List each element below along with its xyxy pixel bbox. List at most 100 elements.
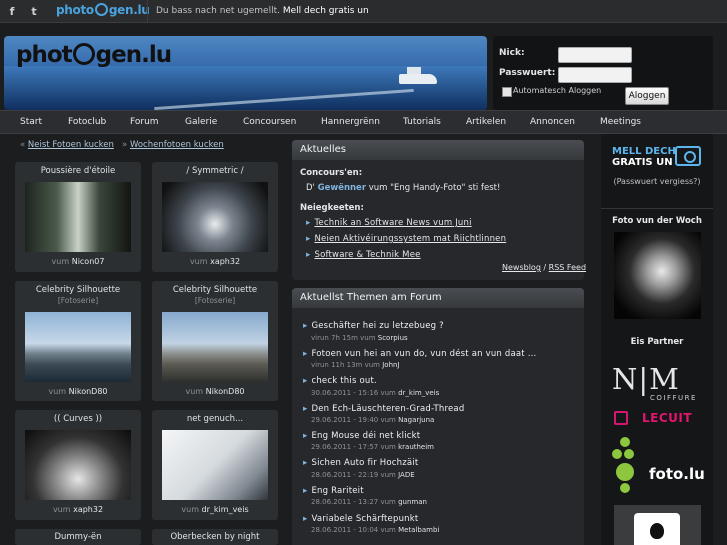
concours-title[interactable]: "Eng Handy-Foto" bbox=[390, 183, 465, 193]
nav-annoncen[interactable]: Annoncen bbox=[530, 111, 575, 133]
photo-thumbnail[interactable] bbox=[162, 430, 268, 500]
signup-line-1[interactable]: MELL DECH bbox=[612, 146, 676, 157]
forum-topic[interactable]: ▸ check this out. bbox=[303, 376, 377, 386]
news-item[interactable]: ▸ Software & Technik Mee bbox=[306, 250, 421, 260]
nav-start[interactable]: Start bbox=[20, 111, 42, 133]
news-item-text[interactable]: Software & Technik Mee bbox=[314, 250, 420, 260]
signup-line-2[interactable]: GRATIS UN bbox=[612, 157, 676, 168]
photo-card[interactable]: Dummy-ën bbox=[15, 529, 141, 545]
photo-author[interactable]: NikonD80 bbox=[206, 387, 245, 396]
photo-thumbnail[interactable] bbox=[25, 430, 131, 500]
photo-thumbnail[interactable] bbox=[25, 312, 131, 382]
nav-tutorials[interactable]: Tutorials bbox=[403, 111, 441, 133]
forum-topic[interactable]: ▸ Eng Mouse déi net klickt bbox=[303, 431, 420, 441]
forum-topic-title[interactable]: Geschäfter hei zu letzebueg ? bbox=[311, 321, 443, 331]
forum-topic-title[interactable]: Eng Mouse déi net klickt bbox=[311, 431, 420, 441]
signup-banner[interactable]: MELL DECH GRATIS UN bbox=[612, 146, 676, 168]
arrow-right-icon: ▸ bbox=[303, 321, 308, 331]
forum-topic-title[interactable]: Eng Rariteit bbox=[311, 486, 363, 496]
foto-lu-partner-logo[interactable]: foto.lu bbox=[649, 465, 705, 483]
forum-topic-user[interactable]: krautheim bbox=[398, 443, 434, 451]
rss-feed-link[interactable]: RSS Feed bbox=[549, 263, 586, 272]
photo-title: Oberbecken by night bbox=[170, 532, 260, 542]
forum-topic[interactable]: ▸ Eng Rariteit bbox=[303, 486, 364, 496]
forum-topic[interactable]: ▸ Sichen Auto fir Hochzäit bbox=[303, 458, 418, 468]
top-logo[interactable]: photo gen.lu bbox=[56, 3, 150, 17]
forum-topic-title[interactable]: Sichen Auto fir Hochzäit bbox=[311, 458, 418, 468]
twitter-icon[interactable]: t bbox=[26, 3, 42, 19]
nav-hannergrenn[interactable]: Hannergrënn bbox=[321, 111, 380, 133]
photo-card[interactable]: Celebrity Silhouette [Fotoserie] vum Nik… bbox=[152, 281, 278, 401]
photo-card[interactable]: / Symmetric / vum xaph32 bbox=[152, 162, 278, 272]
login-button[interactable]: Aloggen bbox=[625, 87, 669, 105]
auto-login-checkbox[interactable] bbox=[502, 87, 512, 97]
news-label: Neiegkeeten: bbox=[300, 203, 364, 213]
nick-input[interactable] bbox=[558, 47, 632, 63]
forum-topic-title[interactable]: check this out. bbox=[311, 376, 376, 386]
partner-heading: Eis Partner bbox=[630, 337, 684, 347]
forum-topic-title[interactable]: Variabele Schärftepunkt bbox=[311, 514, 418, 524]
nav-artikelen[interactable]: Artikelen bbox=[466, 111, 506, 133]
lecuit-partner-logo[interactable]: LECUIT bbox=[642, 411, 692, 425]
photo-author[interactable]: xaph32 bbox=[210, 257, 240, 266]
forum-topic[interactable]: ▸ Geschäfter hei zu letzebueg ? bbox=[303, 321, 444, 331]
password-input[interactable] bbox=[558, 67, 632, 83]
nav-meetings[interactable]: Meetings bbox=[600, 111, 641, 133]
forum-topic-title[interactable]: Fotoen vun hei an vun do, vun dést an vu… bbox=[311, 349, 536, 359]
photo-card[interactable]: Poussière d'étoile vum Nicon07 bbox=[15, 162, 141, 272]
forum-topic-user[interactable]: gunman bbox=[398, 498, 427, 506]
camera-icon[interactable] bbox=[675, 146, 701, 166]
photo-thumbnail[interactable] bbox=[162, 182, 268, 252]
photo-author[interactable]: dr_kim_veis bbox=[202, 505, 249, 514]
forum-topic[interactable]: ▸ Fotoen vun hei an vun do, vun dést an v… bbox=[303, 349, 536, 359]
arrow-right-icon: ▸ bbox=[303, 486, 308, 496]
nav-concoursen[interactable]: Concoursen bbox=[243, 111, 296, 133]
wochenfotoen-link[interactable]: Wochenfotoen kucken bbox=[130, 140, 224, 150]
photo-thumbnail[interactable] bbox=[25, 182, 131, 252]
photo-of-the-week[interactable] bbox=[614, 232, 701, 319]
photo-card[interactable]: (( Curves )) vum xaph32 bbox=[15, 410, 141, 520]
forum-topic-user[interactable]: dr_kim_veis bbox=[398, 389, 439, 397]
facebook-icon[interactable]: f bbox=[4, 3, 20, 19]
forgot-password-link[interactable]: (Passwuert vergiess?) bbox=[601, 177, 713, 186]
concours-prefix: D' bbox=[306, 183, 315, 193]
site-logo[interactable]: phot gen.lu bbox=[16, 42, 172, 68]
arrow-right-icon: ▸ bbox=[306, 218, 311, 228]
forum-topic-user[interactable]: JohnJ bbox=[382, 361, 399, 369]
photo-card[interactable]: Oberbecken by night bbox=[152, 529, 278, 545]
concours-line: D' Gewënner vum "Eng Handy-Foto" sti fes… bbox=[306, 183, 500, 193]
forum-topic-title[interactable]: Den Ech-Läuschteren-Grad-Thread bbox=[311, 404, 464, 414]
forum-topic-user[interactable]: Metalbambi bbox=[398, 526, 439, 534]
news-item[interactable]: ▸ Neien Aktivéirungssystem mat Riichtlinn… bbox=[306, 234, 506, 244]
forum-topic-user[interactable]: Nagarjuna bbox=[398, 416, 434, 424]
photo-author[interactable]: xaph32 bbox=[73, 505, 103, 514]
photo-card[interactable]: net genuch... vum dr_kim_veis bbox=[152, 410, 278, 520]
photo-author[interactable]: Nicon07 bbox=[72, 257, 105, 266]
news-item[interactable]: ▸ Technik an Software News vum Juni bbox=[306, 218, 472, 228]
photo-thumbnail[interactable] bbox=[162, 312, 268, 382]
foto-lu-dots-icon[interactable] bbox=[612, 437, 646, 495]
news-item-text[interactable]: Technik an Software News vum Juni bbox=[314, 218, 471, 228]
newsblog-link[interactable]: Newsblog bbox=[502, 263, 541, 272]
nm-partner-logo[interactable]: N|M bbox=[612, 362, 680, 396]
banner-boat bbox=[399, 67, 437, 84]
forum-topic-user[interactable]: JADE bbox=[398, 471, 415, 479]
nav-galerie[interactable]: Galerie bbox=[185, 111, 217, 133]
nav-forum[interactable]: Forum bbox=[130, 111, 159, 133]
photo-author[interactable]: NikonD80 bbox=[69, 387, 108, 396]
forum-topic-user[interactable]: Scorpius bbox=[378, 334, 408, 342]
news-item-text[interactable]: Neien Aktivéirungssystem mat Riichtlinne… bbox=[314, 234, 506, 244]
neist-fotoen-link[interactable]: Neist Fotoen kucken bbox=[28, 140, 114, 150]
signup-link[interactable]: Mell dech gratis un bbox=[283, 6, 369, 16]
apple-partner-banner[interactable] bbox=[614, 505, 701, 545]
forum-topic[interactable]: ▸ Variabele Schärftepunkt bbox=[303, 514, 418, 524]
winner-link[interactable]: Gewënner bbox=[318, 183, 366, 193]
photo-by: vum bbox=[189, 257, 208, 266]
forum-topic[interactable]: ▸ Den Ech-Läuschteren-Grad-Thread bbox=[303, 404, 464, 414]
forum-topic-meta: 29.06.2011 - 19:40 vum bbox=[311, 416, 396, 424]
photo-card[interactable]: Celebrity Silhouette [Fotoserie] vum Nik… bbox=[15, 281, 141, 401]
lecuit-icon[interactable] bbox=[614, 411, 628, 425]
nav-fotoclub[interactable]: Fotoclub bbox=[68, 111, 106, 133]
photo-subtitle: [Fotoserie] bbox=[194, 296, 236, 305]
main-nav: Start Fotoclub Forum Galerie Concoursen … bbox=[0, 110, 727, 134]
